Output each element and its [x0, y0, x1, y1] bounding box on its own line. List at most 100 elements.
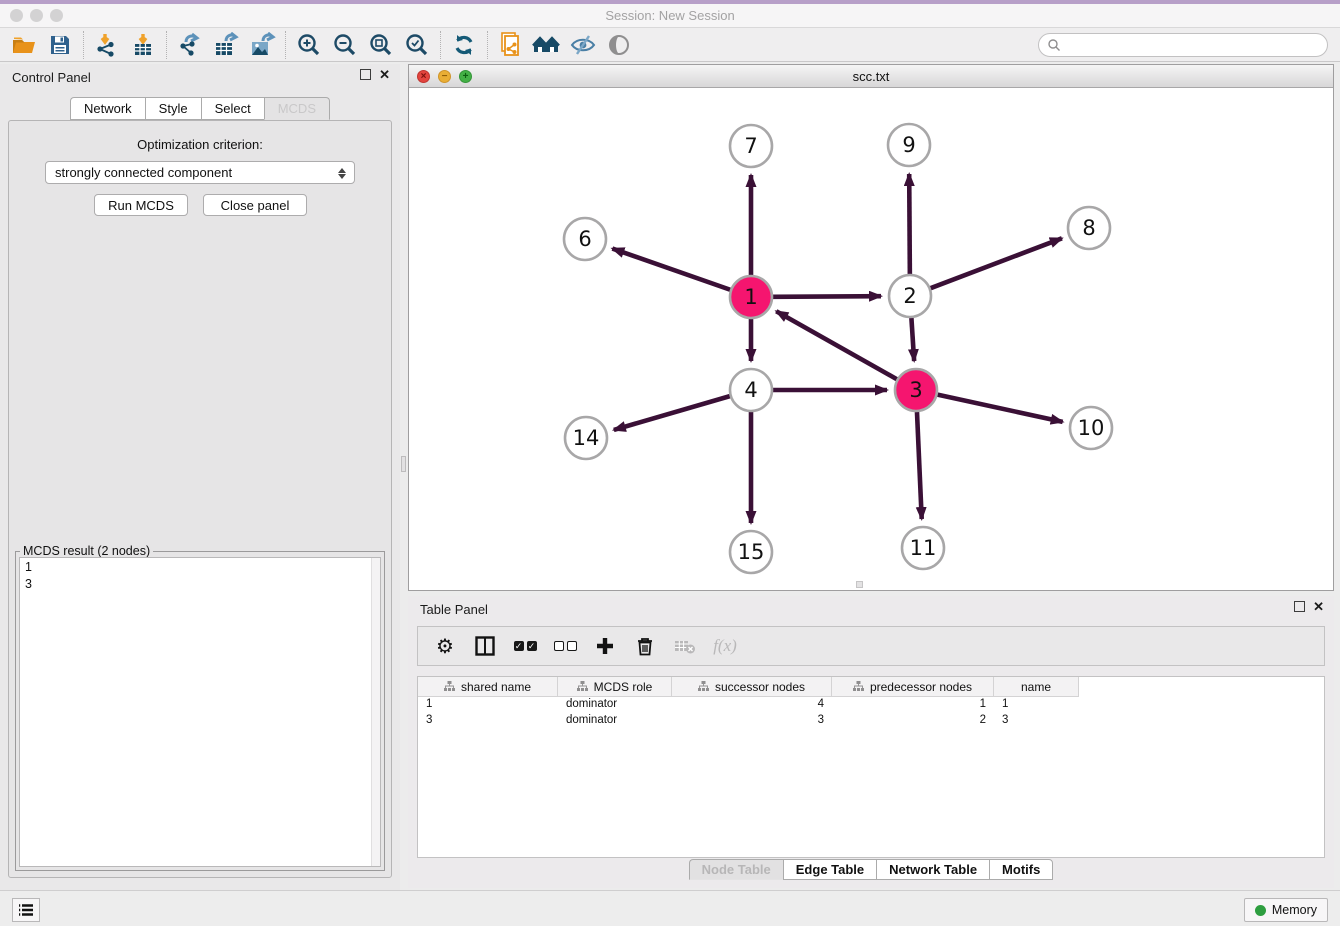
edge-2-8[interactable] [931, 238, 1062, 288]
import-network-button[interactable] [89, 30, 125, 60]
close-table-panel-icon[interactable]: ✕ [1313, 601, 1324, 612]
table-cell[interactable]: 2 [832, 713, 994, 729]
table-cell[interactable]: 4 [672, 697, 832, 713]
table-row[interactable]: 1dominator411 [418, 697, 1324, 713]
search-input[interactable] [1061, 35, 1327, 55]
close-panel-button[interactable]: Close panel [203, 194, 307, 216]
tab-node-table[interactable]: Node Table [689, 859, 783, 880]
table-toolbar: ⚙ ✓ ✓ [417, 626, 1325, 666]
hide-selected-button[interactable] [565, 30, 601, 60]
new-network-button[interactable] [493, 30, 529, 60]
splitter-grip[interactable] [401, 456, 406, 472]
table-cell[interactable]: dominator [558, 697, 672, 713]
tab-edge-table[interactable]: Edge Table [783, 859, 876, 880]
network-resize-grip[interactable] [856, 581, 863, 588]
vertical-splitter[interactable] [400, 64, 408, 890]
first-neighbors-button[interactable] [529, 30, 565, 60]
node-15[interactable]: 15 [730, 531, 772, 573]
table-row[interactable]: 3dominator323 [418, 713, 1324, 729]
control-panel-title: Control Panel [12, 70, 91, 85]
float-table-panel-icon[interactable] [1294, 601, 1305, 612]
export-image-button[interactable] [244, 30, 280, 60]
show-all-button[interactable] [601, 30, 637, 60]
table-cell[interactable]: 3 [994, 713, 1079, 729]
run-mcds-button[interactable]: Run MCDS [94, 194, 188, 216]
float-panel-icon[interactable] [360, 69, 371, 80]
tab-style[interactable]: Style [145, 97, 201, 120]
table-cell[interactable]: 1 [832, 697, 994, 713]
column-header-MCDS-role[interactable]: MCDS role [558, 677, 672, 697]
mcds-tab-content: Optimization criterion: strongly connect… [8, 120, 392, 878]
select-all-columns-button[interactable]: ✓ ✓ [512, 633, 538, 659]
export-image-icon [248, 32, 276, 58]
node-6[interactable]: 6 [564, 218, 606, 260]
save-session-button[interactable] [42, 30, 78, 60]
criterion-dropdown[interactable]: strongly connected component [45, 161, 355, 184]
table-cell[interactable]: 3 [418, 713, 558, 729]
toolbar-divider [285, 31, 286, 59]
close-panel-icon[interactable]: ✕ [379, 69, 390, 80]
tab-select[interactable]: Select [201, 97, 264, 120]
export-network-button[interactable] [172, 30, 208, 60]
unselect-all-columns-button[interactable] [552, 633, 578, 659]
import-table-button[interactable] [125, 30, 161, 60]
network-canvas[interactable]: 7 9 6 8 1 2 4 3 14 10 15 11 [409, 88, 1333, 590]
tab-mcds[interactable]: MCDS [264, 97, 330, 120]
mcds-result-textarea[interactable]: 1 3 [19, 557, 381, 867]
node-2[interactable]: 2 [889, 275, 931, 317]
export-table-button[interactable] [208, 30, 244, 60]
edge-4-14[interactable] [614, 396, 730, 430]
apply-layout-button[interactable] [446, 30, 482, 60]
delete-table-button [672, 633, 698, 659]
mcds-result-group: MCDS result (2 nodes) 1 3 [15, 551, 385, 871]
search-box[interactable] [1038, 33, 1328, 57]
column-type-icon [444, 681, 455, 692]
network-window-titlebar[interactable]: × − + scc.txt [409, 65, 1333, 88]
node-7[interactable]: 7 [730, 125, 772, 167]
result-scrollbar[interactable] [371, 558, 380, 866]
node-10[interactable]: 10 [1070, 407, 1112, 449]
delete-table-icon [674, 637, 696, 655]
trash-icon [636, 636, 654, 656]
edge-2-3[interactable] [911, 318, 914, 361]
save-floppy-icon [48, 33, 72, 57]
zoom-fit-button[interactable] [363, 30, 399, 60]
column-type-icon [577, 681, 588, 692]
tab-network[interactable]: Network [70, 97, 145, 120]
column-header-successor-nodes[interactable]: successor nodes [672, 677, 832, 697]
node-8[interactable]: 8 [1068, 207, 1110, 249]
edge-1-2[interactable] [773, 296, 881, 297]
node-9[interactable]: 9 [888, 124, 930, 166]
svg-text:15: 15 [738, 540, 765, 564]
task-history-button[interactable] [12, 898, 40, 922]
tab-network-table[interactable]: Network Table [876, 859, 989, 880]
delete-column-button[interactable] [632, 633, 658, 659]
node-4[interactable]: 4 [730, 369, 772, 411]
column-header-name[interactable]: name [994, 677, 1079, 697]
table-cell[interactable]: 1 [994, 697, 1079, 713]
column-header-shared-name[interactable]: shared name [418, 677, 558, 697]
zoom-selected-button[interactable] [399, 30, 435, 60]
zoom-out-button[interactable] [327, 30, 363, 60]
edge-1-6[interactable] [612, 249, 730, 290]
open-session-button[interactable] [6, 30, 42, 60]
show-columns-button[interactable] [472, 633, 498, 659]
node-3[interactable]: 3 [895, 369, 937, 411]
edge-2-9[interactable] [909, 174, 910, 274]
table-cell[interactable]: 1 [418, 697, 558, 713]
node-11[interactable]: 11 [902, 527, 944, 569]
column-header-predecessor-nodes[interactable]: predecessor nodes [832, 677, 994, 697]
tab-motifs[interactable]: Motifs [989, 859, 1053, 880]
edge-3-1[interactable] [776, 311, 897, 379]
node-table[interactable]: shared nameMCDS rolesuccessor nodesprede… [417, 676, 1325, 858]
memory-button[interactable]: Memory [1244, 898, 1328, 922]
table-settings-button[interactable]: ⚙ [432, 633, 458, 659]
zoom-in-button[interactable] [291, 30, 327, 60]
node-14[interactable]: 14 [565, 417, 607, 459]
node-1[interactable]: 1 [730, 276, 772, 318]
table-cell[interactable]: 3 [672, 713, 832, 729]
edge-3-11[interactable] [917, 412, 922, 519]
table-cell[interactable]: dominator [558, 713, 672, 729]
edge-3-10[interactable] [937, 395, 1062, 422]
create-column-button[interactable] [592, 633, 618, 659]
